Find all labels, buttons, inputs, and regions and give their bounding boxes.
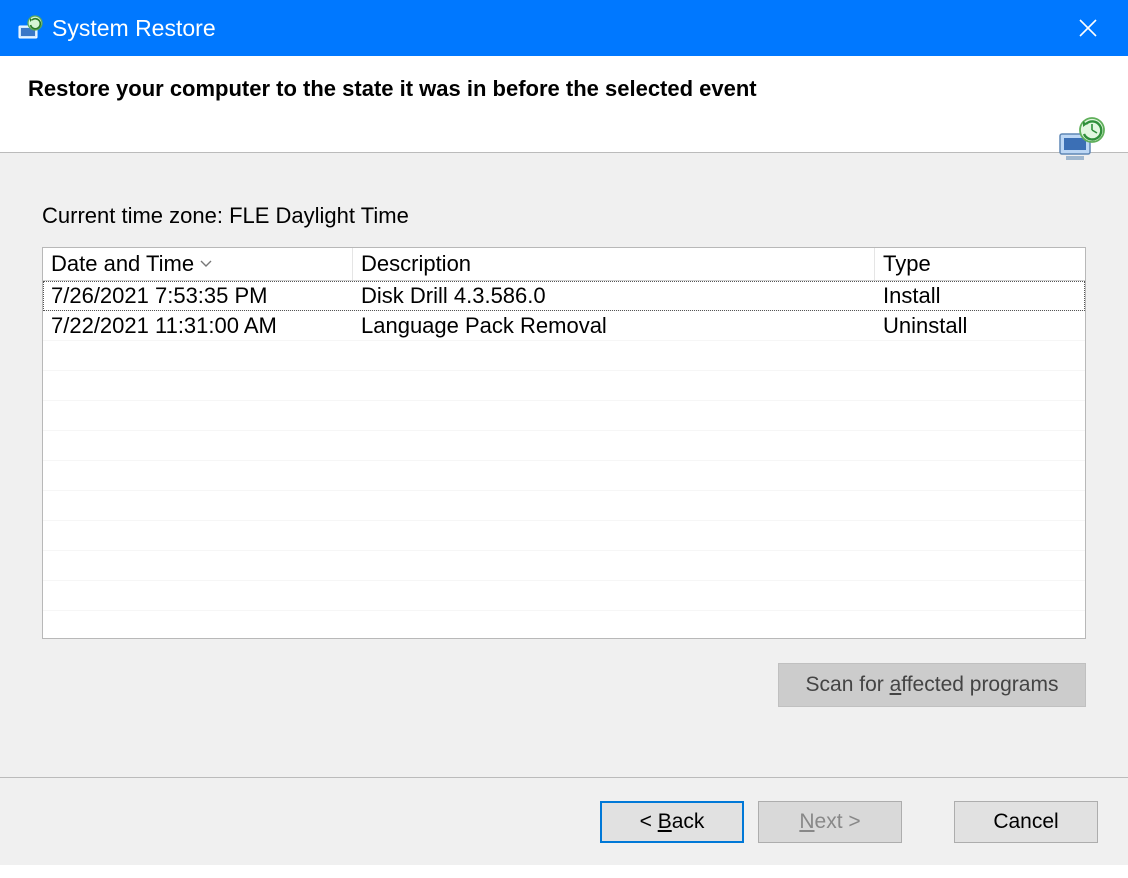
close-button[interactable]	[1062, 0, 1114, 56]
cell-type: Install	[875, 283, 1085, 309]
table-row-empty	[43, 341, 1085, 371]
table-row-empty	[43, 461, 1085, 491]
cancel-button[interactable]: Cancel	[954, 801, 1098, 843]
scan-label-prefix: Scan for	[806, 673, 890, 696]
restore-points-table: Date and Time Description Type 7/26/2021…	[42, 247, 1086, 639]
column-header-description[interactable]: Description	[353, 248, 875, 280]
cell-type: Uninstall	[875, 313, 1085, 339]
table-row-empty	[43, 431, 1085, 461]
wizard-footer: < Back Next > Cancel	[0, 777, 1128, 865]
wizard-header: Restore your computer to the state it wa…	[0, 56, 1128, 153]
cell-description: Disk Drill 4.3.586.0	[353, 283, 875, 309]
table-header: Date and Time Description Type	[43, 248, 1085, 281]
window-title: System Restore	[52, 15, 1062, 42]
timezone-label: Current time zone: FLE Daylight Time	[42, 203, 1086, 229]
titlebar: System Restore	[0, 0, 1128, 56]
system-restore-large-icon	[1056, 116, 1106, 168]
cell-description: Language Pack Removal	[353, 313, 875, 339]
cell-date: 7/26/2021 7:53:35 PM	[43, 283, 353, 309]
cancel-label: Cancel	[993, 810, 1058, 833]
scan-button-row: Scan for affected programs	[42, 663, 1086, 707]
cell-date: 7/22/2021 11:31:00 AM	[43, 313, 353, 339]
scan-label-accel: a	[890, 673, 902, 696]
table-row-empty	[43, 611, 1085, 639]
wizard-body: Current time zone: FLE Daylight Time Dat…	[0, 153, 1128, 777]
column-header-type[interactable]: Type	[875, 248, 1085, 280]
sort-descending-icon	[200, 248, 212, 274]
table-row-empty	[43, 401, 1085, 431]
table-row[interactable]: 7/22/2021 11:31:00 AMLanguage Pack Remov…	[43, 311, 1085, 341]
next-label-suffix: ext >	[815, 810, 861, 833]
table-row-empty	[43, 581, 1085, 611]
scan-label-suffix: ffected programs	[901, 673, 1058, 696]
table-row[interactable]: 7/26/2021 7:53:35 PMDisk Drill 4.3.586.0…	[43, 281, 1085, 311]
back-button[interactable]: < Back	[600, 801, 744, 843]
table-body: 7/26/2021 7:53:35 PMDisk Drill 4.3.586.0…	[43, 281, 1085, 639]
scan-affected-programs-button[interactable]: Scan for affected programs	[778, 663, 1086, 707]
system-restore-icon	[14, 13, 44, 43]
table-row-empty	[43, 491, 1085, 521]
back-label-suffix: ack	[672, 810, 705, 833]
page-heading: Restore your computer to the state it wa…	[28, 76, 1100, 102]
back-label-prefix: <	[640, 810, 658, 833]
column-header-date-label: Date and Time	[51, 251, 194, 277]
column-header-date[interactable]: Date and Time	[43, 248, 353, 280]
column-header-type-label: Type	[883, 251, 931, 277]
table-row-empty	[43, 371, 1085, 401]
column-header-description-label: Description	[361, 251, 471, 277]
next-button[interactable]: Next >	[758, 801, 902, 843]
table-row-empty	[43, 521, 1085, 551]
next-label-accel: N	[799, 810, 814, 833]
table-row-empty	[43, 551, 1085, 581]
back-label-accel: B	[658, 810, 672, 833]
